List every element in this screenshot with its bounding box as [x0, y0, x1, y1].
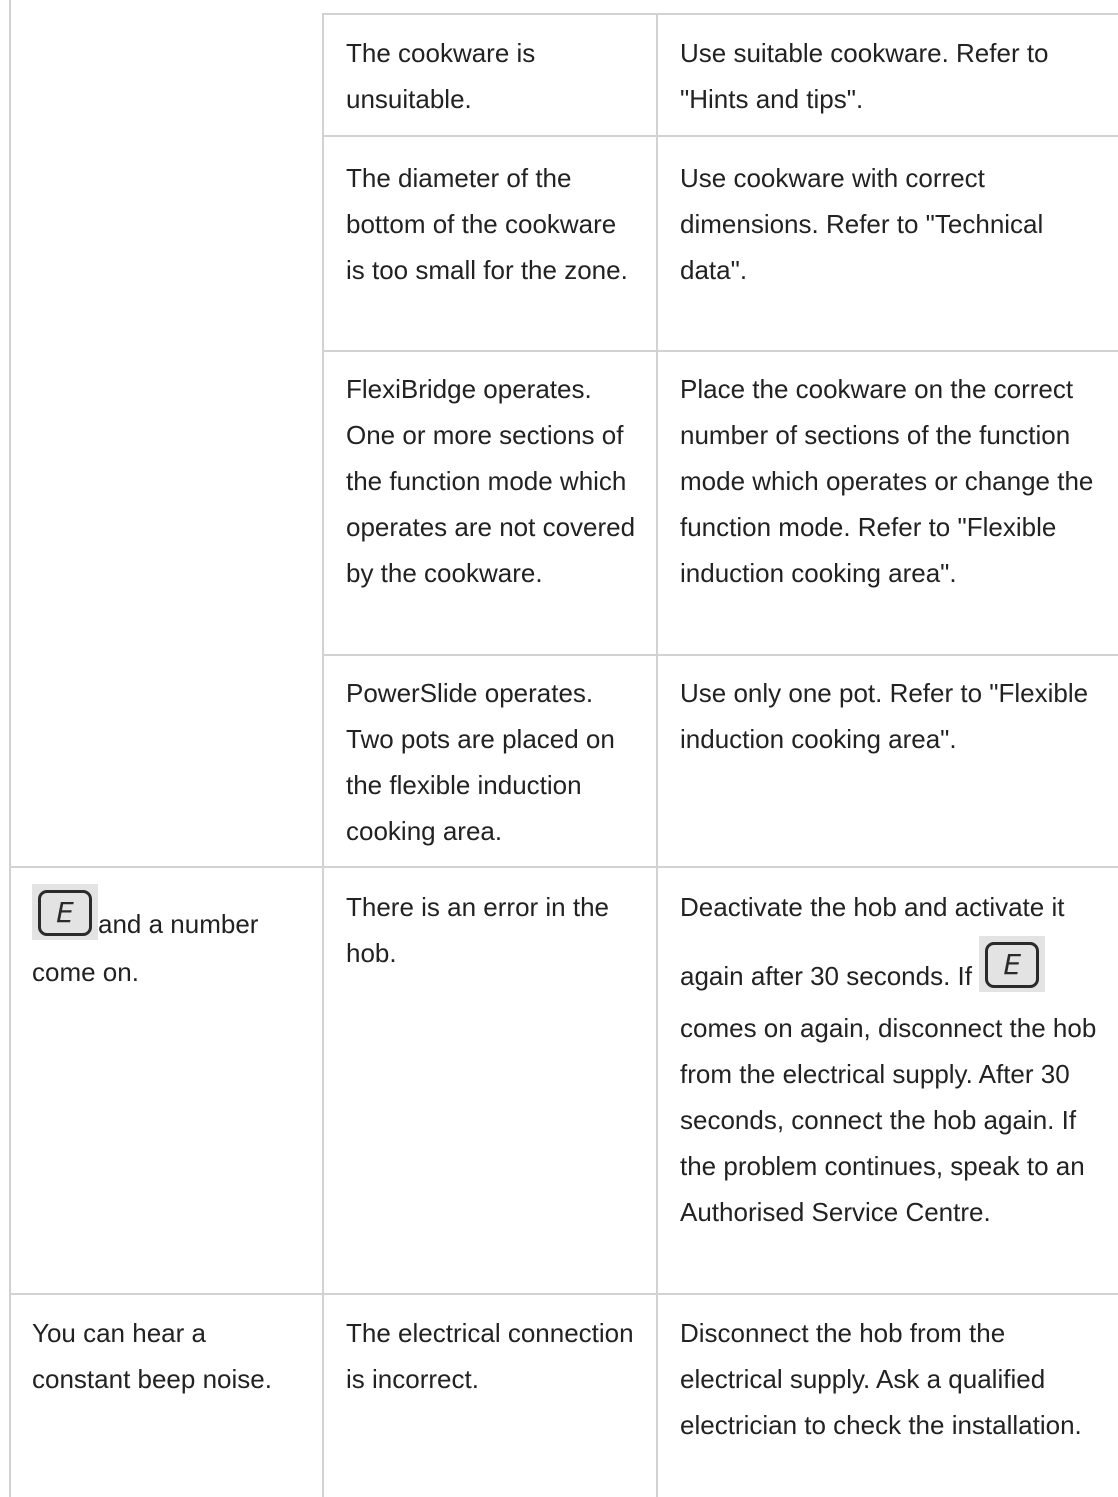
remedy-text: Place the cookware on the correct number… [680, 374, 1094, 588]
table-row-6-remedy: Disconnect the hob from the electrical s… [680, 1310, 1100, 1448]
error-code-e-icon: E [979, 936, 1046, 992]
table-row-5-problem: Eand a number come on. [32, 884, 302, 996]
row-divider [9, 1293, 1118, 1295]
problem-text: You can hear a constant beep noise. [32, 1318, 272, 1394]
remedy-text-part3: comes on again, disconnect the hob from … [680, 1013, 1097, 1227]
remedy-text: Use only one pot. Refer to "Flexible ind… [680, 678, 1089, 754]
cause-text: The diameter of the bottom of the cookwa… [346, 163, 628, 285]
column-divider-2 [656, 14, 658, 1497]
row-divider [322, 350, 1118, 352]
table-row-6-cause: The electrical connection is incorrect. [346, 1310, 646, 1402]
table-row-2-cause: The diameter of the bottom of the cookwa… [346, 155, 636, 293]
row-divider [9, 866, 1118, 868]
table-row-1-remedy: Use suitable cookware. Refer to "Hints a… [680, 30, 1116, 122]
table-row-1-cause: The cookware is unsuitable. [346, 30, 636, 122]
table-row-5-remedy: Deactivate the hob and activate it again… [680, 884, 1116, 1235]
table-row-3-cause: FlexiBridge operates. One or more sectio… [346, 366, 642, 596]
table-row-6-problem: You can hear a constant beep noise. [32, 1310, 302, 1402]
error-code-e-icon: E [32, 884, 98, 940]
cause-text: The cookware is unsuitable. [346, 38, 536, 114]
cause-text: FlexiBridge operates. One or more sectio… [346, 374, 636, 588]
table-row-4-remedy: Use only one pot. Refer to "Flexible ind… [680, 670, 1116, 762]
troubleshooting-table: The cookware is unsuitable. Use suitable… [0, 0, 1118, 1497]
table-row-4-cause: PowerSlide operates. Two pots are placed… [346, 670, 642, 854]
row-divider [322, 654, 1118, 656]
cause-text: The electrical connection is incorrect. [346, 1318, 634, 1394]
remedy-text-part1: Deactivate the hob and activate it [680, 892, 1065, 922]
table-row-2-remedy: Use cookware with correct dimensions. Re… [680, 155, 1100, 293]
cause-text: There is an error in the hob. [346, 892, 610, 968]
remedy-text: Use cookware with correct dimensions. Re… [680, 163, 1044, 285]
table-top-border [322, 13, 1118, 15]
remedy-text-part2: again after 30 seconds. If [680, 961, 972, 991]
table-left-border [9, 0, 11, 1497]
remedy-text: Disconnect the hob from the electrical s… [680, 1318, 1082, 1440]
table-row-5-cause: There is an error in the hob. [346, 884, 642, 976]
cause-text: PowerSlide operates. Two pots are placed… [346, 678, 615, 846]
column-divider-1 [322, 14, 324, 1497]
remedy-text: Use suitable cookware. Refer to "Hints a… [680, 38, 1049, 114]
row-divider [322, 135, 1118, 137]
table-row-3-remedy: Place the cookware on the correct number… [680, 366, 1116, 596]
